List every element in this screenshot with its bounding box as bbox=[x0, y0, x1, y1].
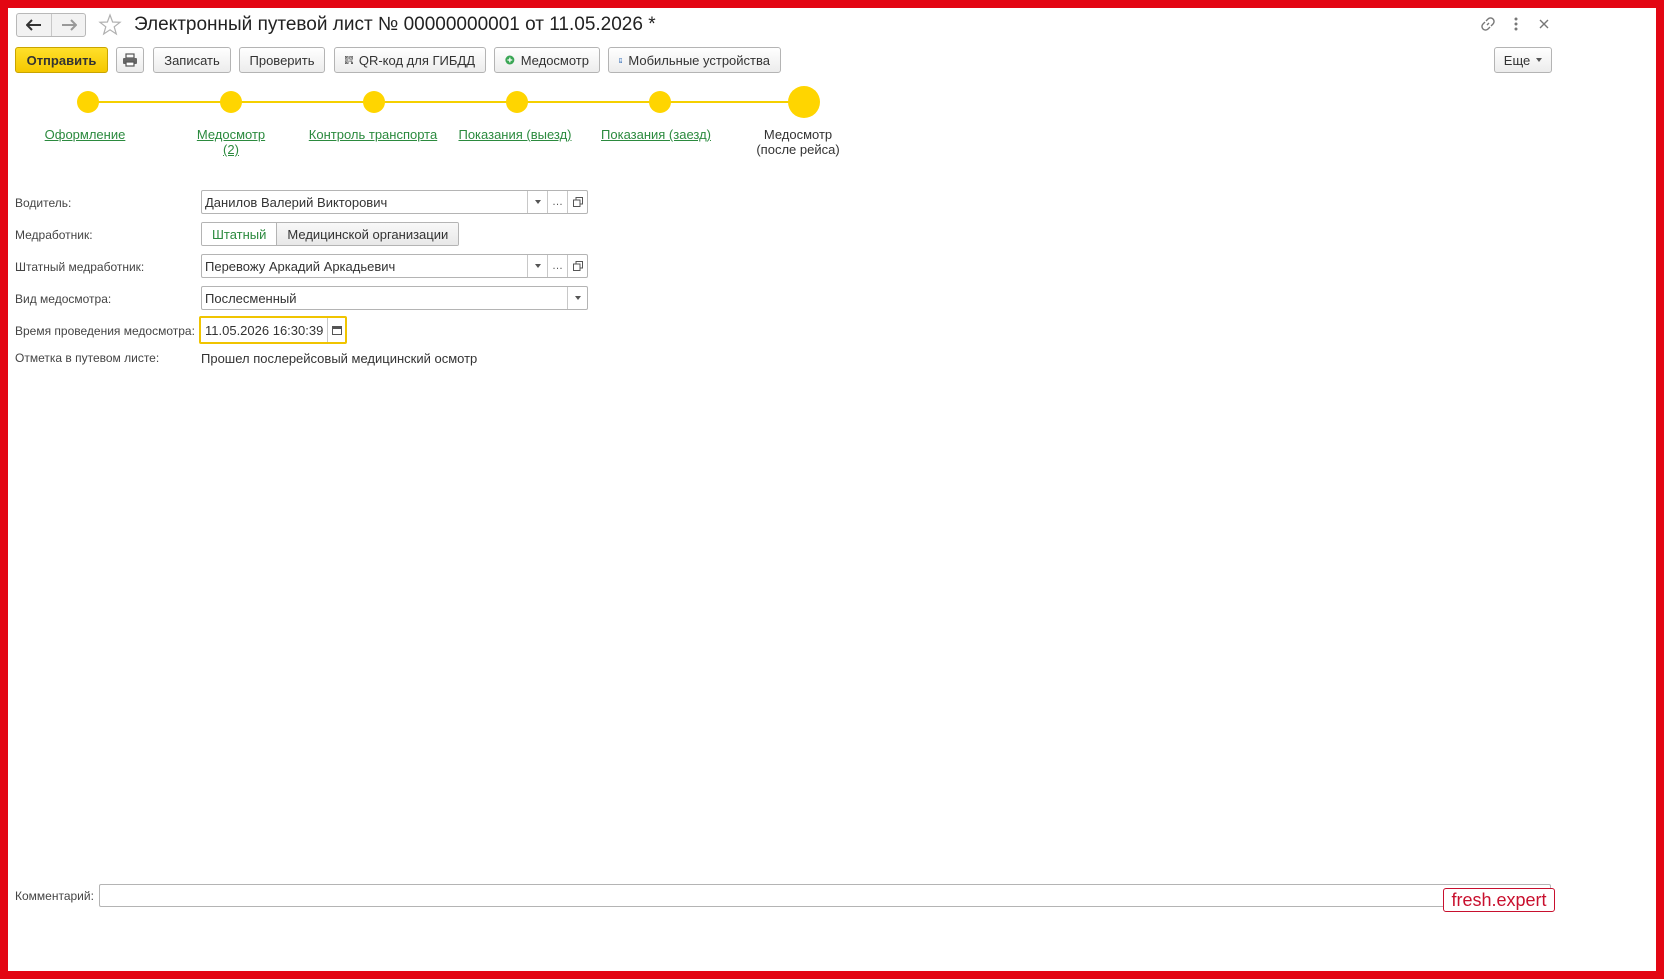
printer-icon bbox=[123, 53, 137, 67]
chevron-down-icon bbox=[534, 200, 541, 204]
medworker-label: Медработник: bbox=[15, 228, 93, 242]
more-menu-icon[interactable] bbox=[1506, 14, 1526, 34]
chevron-down-icon bbox=[574, 296, 581, 300]
step-label: Контроль транспорта bbox=[308, 127, 438, 142]
driver-field[interactable]: Данилов Валерий Викторович … bbox=[201, 190, 588, 214]
medcheck-type-select[interactable]: Послесменный bbox=[201, 286, 588, 310]
more-button[interactable]: Еще bbox=[1494, 47, 1552, 73]
step-dot-6-current bbox=[788, 86, 820, 118]
staff-medworker-value: Перевожу Аркадий Аркадьевич bbox=[205, 259, 396, 274]
step-dot-3 bbox=[363, 91, 385, 113]
qr-code-icon bbox=[345, 56, 353, 64]
step-link-registration[interactable]: Оформление bbox=[5, 127, 165, 142]
medcheck-type-value: Послесменный bbox=[205, 291, 297, 306]
step-current-post-trip-medcheck: Медосмотр (после рейса) bbox=[718, 127, 878, 157]
staff-medworker-dropdown-button[interactable] bbox=[527, 255, 547, 277]
chevron-down-icon bbox=[1536, 58, 1543, 62]
smartphone-icon bbox=[619, 57, 623, 63]
driver-value: Данилов Валерий Викторович bbox=[205, 195, 388, 210]
medcheck-button[interactable]: Медосмотр bbox=[494, 47, 600, 73]
comment-input[interactable] bbox=[99, 884, 1551, 907]
mobile-devices-label: Мобильные устройства bbox=[628, 52, 770, 68]
arrow-left-icon bbox=[26, 19, 41, 31]
driver-label: Водитель: bbox=[15, 196, 72, 210]
staff-medworker-field[interactable]: Перевожу Аркадий Аркадьевич … bbox=[201, 254, 588, 278]
send-button[interactable]: Отправить bbox=[15, 47, 108, 73]
step-link-readings-in[interactable]: Показания (заезд) bbox=[576, 127, 736, 142]
step-label: Медосмотр bbox=[196, 127, 266, 142]
ellipsis-icon: … bbox=[552, 196, 563, 208]
step-sublabel: (2) bbox=[223, 142, 239, 157]
mobile-devices-button[interactable]: Мобильные устройства bbox=[608, 47, 781, 73]
step-label: Медосмотр bbox=[763, 127, 833, 142]
calendar-button[interactable] bbox=[327, 318, 345, 342]
steps-connector-line bbox=[88, 101, 804, 103]
step-label: Показания (выезд) bbox=[458, 127, 572, 142]
staff-medworker-select-button[interactable]: … bbox=[547, 255, 567, 277]
check-button[interactable]: Проверить bbox=[239, 47, 325, 73]
step-label: Показания (заезд) bbox=[601, 127, 711, 142]
nav-buttons bbox=[16, 13, 86, 37]
open-window-icon bbox=[572, 197, 583, 207]
medcheck-time-value: 11.05.2026 16:30:39 bbox=[205, 323, 324, 338]
calendar-icon bbox=[331, 326, 342, 335]
chevron-down-icon bbox=[534, 264, 541, 268]
open-window-icon bbox=[572, 261, 583, 271]
driver-dropdown-button[interactable] bbox=[527, 191, 547, 213]
arrow-right-icon bbox=[61, 19, 77, 31]
medworker-option-organization[interactable]: Медицинской организации bbox=[276, 223, 459, 245]
driver-open-button[interactable] bbox=[567, 191, 587, 213]
medcheck-time-input[interactable]: 11.05.2026 16:30:39 bbox=[199, 316, 347, 344]
link-icon[interactable] bbox=[1478, 14, 1498, 34]
qr-code-button[interactable]: QR-код для ГИБДД bbox=[334, 47, 486, 73]
staff-medworker-open-button[interactable] bbox=[567, 255, 587, 277]
step-sublabel: (после рейса) bbox=[756, 142, 840, 157]
step-label: Оформление bbox=[44, 127, 126, 142]
step-link-readings-out[interactable]: Показания (выезд) bbox=[435, 127, 595, 142]
forward-button[interactable] bbox=[51, 14, 85, 36]
save-button[interactable]: Записать bbox=[153, 47, 231, 73]
ellipsis-icon: … bbox=[552, 260, 563, 272]
waybill-mark-value: Прошел послерейсовый медицинский осмотр bbox=[201, 351, 478, 366]
step-dot-2 bbox=[220, 91, 242, 113]
medcheck-time-label: Время проведения медосмотра: bbox=[15, 324, 195, 338]
watermark-logo: fresh.expert bbox=[1443, 888, 1555, 912]
favorite-star-icon[interactable] bbox=[98, 13, 122, 37]
staff-medworker-label: Штатный медработник: bbox=[15, 260, 145, 274]
medcheck-type-label: Вид медосмотра: bbox=[15, 292, 112, 306]
waybill-mark-label: Отметка в путевом листе: bbox=[15, 351, 160, 365]
medcheck-type-dropdown-button[interactable] bbox=[567, 287, 587, 309]
form-window: Электронный путевой лист № 00000000001 о… bbox=[8, 8, 1656, 971]
step-dot-1 bbox=[77, 91, 99, 113]
step-dot-5 bbox=[649, 91, 671, 113]
qr-code-label: QR-код для ГИБДД bbox=[358, 52, 475, 68]
step-dot-4 bbox=[506, 91, 528, 113]
medcheck-label: Медосмотр bbox=[520, 52, 589, 68]
back-button[interactable] bbox=[17, 14, 51, 36]
comment-label: Комментарий: bbox=[15, 889, 94, 903]
close-icon[interactable] bbox=[1534, 14, 1554, 34]
medworker-option-staff[interactable]: Штатный bbox=[202, 223, 277, 245]
medworker-switch: Штатный Медицинской организации bbox=[201, 222, 460, 246]
plus-circle-icon bbox=[505, 55, 515, 65]
page-title: Электронный путевой лист № 00000000001 о… bbox=[134, 14, 656, 35]
driver-select-button[interactable]: … bbox=[547, 191, 567, 213]
more-label: Еще bbox=[1503, 52, 1531, 68]
print-button[interactable] bbox=[116, 47, 144, 73]
step-link-medcheck[interactable]: Медосмотр (2) bbox=[151, 127, 311, 157]
step-link-transport-control[interactable]: Контроль транспорта bbox=[293, 127, 453, 142]
